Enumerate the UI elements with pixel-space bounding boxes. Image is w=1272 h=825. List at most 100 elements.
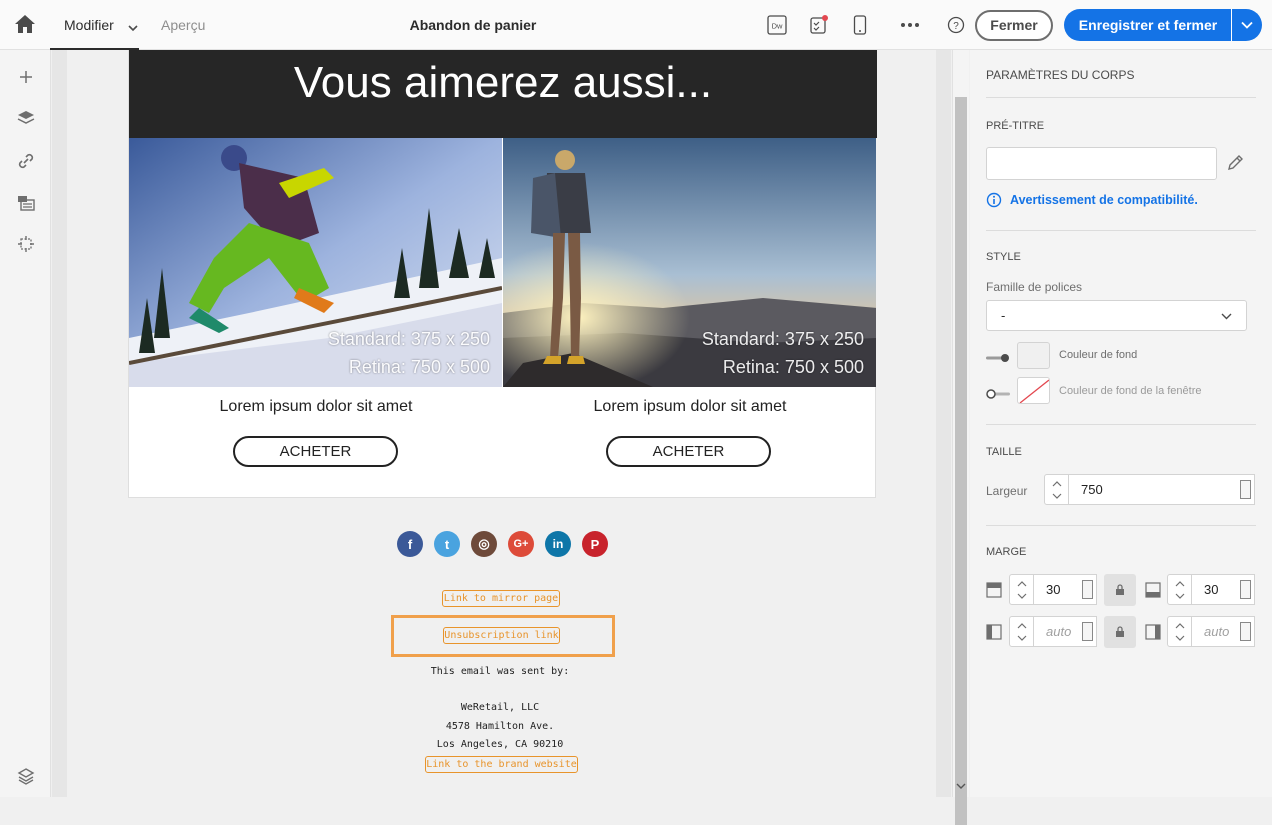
margin-bottom-spin-arrows[interactable] — [1240, 580, 1251, 599]
brand-website-link[interactable]: Link to the brand website — [425, 756, 578, 773]
window-bg-swatch[interactable] — [1017, 377, 1050, 404]
margin-top-icon — [986, 582, 1002, 603]
facebook-icon[interactable]: f — [397, 531, 423, 557]
page-title: Abandon de panier — [409, 17, 537, 33]
instagram-icon[interactable]: ◎ — [471, 531, 497, 557]
pretitle-input[interactable] — [986, 147, 1217, 180]
address-line-1: 4578 Hamilton Ave. — [445, 721, 555, 732]
image-caption: Standard: 375 x 250 Retina: 750 x 500 — [327, 329, 490, 377]
hero-title[interactable]: Vous aimerez aussi... — [129, 50, 877, 138]
margin-left-stepper[interactable] — [1009, 616, 1034, 647]
window-bg-label: Couleur de fond de la fenêtre — [1059, 385, 1202, 397]
pretitle-label: PRÉ-TITRE — [986, 120, 1045, 132]
margin-bottom-icon — [1145, 582, 1161, 603]
structure-icon[interactable] — [16, 234, 36, 254]
chevron-down-icon[interactable] — [128, 20, 138, 32]
info-icon — [986, 192, 1002, 208]
add-icon[interactable] — [16, 67, 36, 87]
font-family-select[interactable]: - — [986, 300, 1247, 331]
canvas-scrollbar[interactable] — [952, 50, 969, 825]
product-image-snowboard[interactable]: Standard: 375 x 250 Retina: 750 x 500 — [129, 138, 502, 387]
save-and-close-label: Enregistrer et fermer — [1078, 17, 1218, 33]
compatibility-warning-label: Avertissement de compatibilité. — [1010, 193, 1198, 207]
bg-color-toggle[interactable] — [986, 350, 1010, 362]
margin-left-spin-arrows[interactable] — [1082, 622, 1093, 641]
lock-icon[interactable] — [1104, 616, 1136, 648]
style-label: STYLE — [986, 251, 1021, 263]
pencil-icon[interactable] — [1226, 154, 1244, 177]
unsubscription-link[interactable]: Unsubscription link — [443, 627, 560, 644]
buy-button[interactable]: ACHETER — [233, 436, 398, 467]
close-button[interactable]: Fermer — [975, 10, 1053, 41]
width-spin-arrows[interactable] — [1240, 480, 1251, 499]
dreamweaver-icon[interactable]: Dw — [766, 13, 788, 37]
chevron-down-icon — [1221, 313, 1232, 320]
home-icon[interactable] — [14, 14, 38, 36]
margin-top-stepper[interactable] — [1009, 574, 1034, 605]
margin-label: MARGE — [986, 546, 1027, 558]
help-icon[interactable]: ? — [945, 13, 967, 37]
size-label: TAILLE — [986, 446, 1022, 458]
margin-top-input[interactable]: 30 — [1034, 574, 1097, 605]
margin-right-stepper[interactable] — [1167, 616, 1192, 647]
svg-text:Dw: Dw — [772, 22, 783, 31]
mirror-page-link[interactable]: Link to mirror page — [442, 590, 560, 607]
twitter-icon[interactable]: t — [434, 531, 460, 557]
chevron-down-icon — [1241, 21, 1253, 29]
width-input[interactable]: 750 — [1069, 474, 1255, 505]
link-icon[interactable] — [16, 151, 36, 171]
width-label: Largeur — [986, 484, 1028, 498]
top-toolbar: Modifier Aperçu Abandon de panier Dw ? F… — [0, 0, 1272, 50]
pinterest-icon[interactable]: P — [582, 531, 608, 557]
buy-button[interactable]: ACHETER — [606, 436, 771, 467]
margin-right-icon — [1145, 624, 1161, 645]
save-options-button[interactable] — [1231, 9, 1262, 41]
margin-left-icon — [986, 624, 1002, 645]
navigation-tree-icon[interactable] — [16, 766, 36, 786]
more-icon[interactable] — [899, 13, 921, 37]
margin-bottom-input[interactable]: 30 — [1192, 574, 1255, 605]
sent-by-text: This email was sent by: — [430, 666, 570, 677]
address-line-2: Los Angeles, CA 90210 — [436, 739, 564, 750]
svg-text:?: ? — [953, 21, 959, 32]
divider — [986, 230, 1256, 231]
product-title[interactable]: Lorem ipsum dolor sit amet — [129, 398, 503, 416]
margin-top-spin-arrows[interactable] — [1082, 580, 1093, 599]
divider — [986, 97, 1256, 98]
window-bg-toggle[interactable] — [986, 386, 1010, 399]
image-caption: Standard: 375 x 250 Retina: 750 x 500 — [701, 329, 864, 377]
company-name: WeRetail, LLC — [460, 702, 540, 713]
margin-bottom-stepper[interactable] — [1167, 574, 1192, 605]
scroll-down-icon — [956, 783, 966, 789]
validation-icon[interactable] — [808, 13, 830, 37]
margin-left-input[interactable]: auto — [1034, 616, 1097, 647]
font-family-label: Famille de polices — [986, 280, 1083, 294]
product-block[interactable]: Vous aimerez aussi... Standard: 375 x 25… — [128, 50, 877, 498]
divider — [986, 525, 1256, 526]
left-rail — [0, 50, 51, 797]
width-stepper[interactable] — [1044, 474, 1069, 505]
layers-icon[interactable] — [16, 108, 36, 128]
panel-header: PARAMÈTRES DU CORPS — [986, 68, 1135, 82]
tab-preview[interactable]: Aperçu — [161, 0, 205, 50]
product-image-hiker[interactable]: Standard: 375 x 250 Retina: 750 x 500 — [503, 138, 876, 387]
bg-color-label: Couleur de fond — [1059, 349, 1138, 361]
tab-edit[interactable]: Modifier — [50, 0, 139, 50]
font-family-value: - — [1001, 308, 1006, 323]
mobile-icon[interactable] — [849, 13, 871, 37]
google-plus-icon[interactable]: G+ — [508, 531, 534, 557]
divider — [986, 424, 1256, 425]
margin-right-input[interactable]: auto — [1192, 616, 1255, 647]
fragment-icon[interactable] — [16, 193, 36, 213]
linkedin-icon[interactable]: in — [545, 531, 571, 557]
product-title[interactable]: Lorem ipsum dolor sit amet — [503, 398, 877, 416]
canvas-gutter-right — [936, 50, 951, 797]
scrollbar-thumb[interactable] — [955, 97, 967, 825]
margin-right-spin-arrows[interactable] — [1240, 622, 1251, 641]
bg-color-swatch[interactable] — [1017, 342, 1050, 369]
save-and-close-button[interactable]: Enregistrer et fermer — [1064, 9, 1262, 41]
compatibility-warning[interactable]: Avertissement de compatibilité. — [986, 192, 1198, 208]
canvas-gutter-left — [52, 50, 67, 797]
properties-panel: PARAMÈTRES DU CORPS PRÉ-TITRE Avertissem… — [970, 50, 1272, 797]
lock-icon[interactable] — [1104, 574, 1136, 606]
